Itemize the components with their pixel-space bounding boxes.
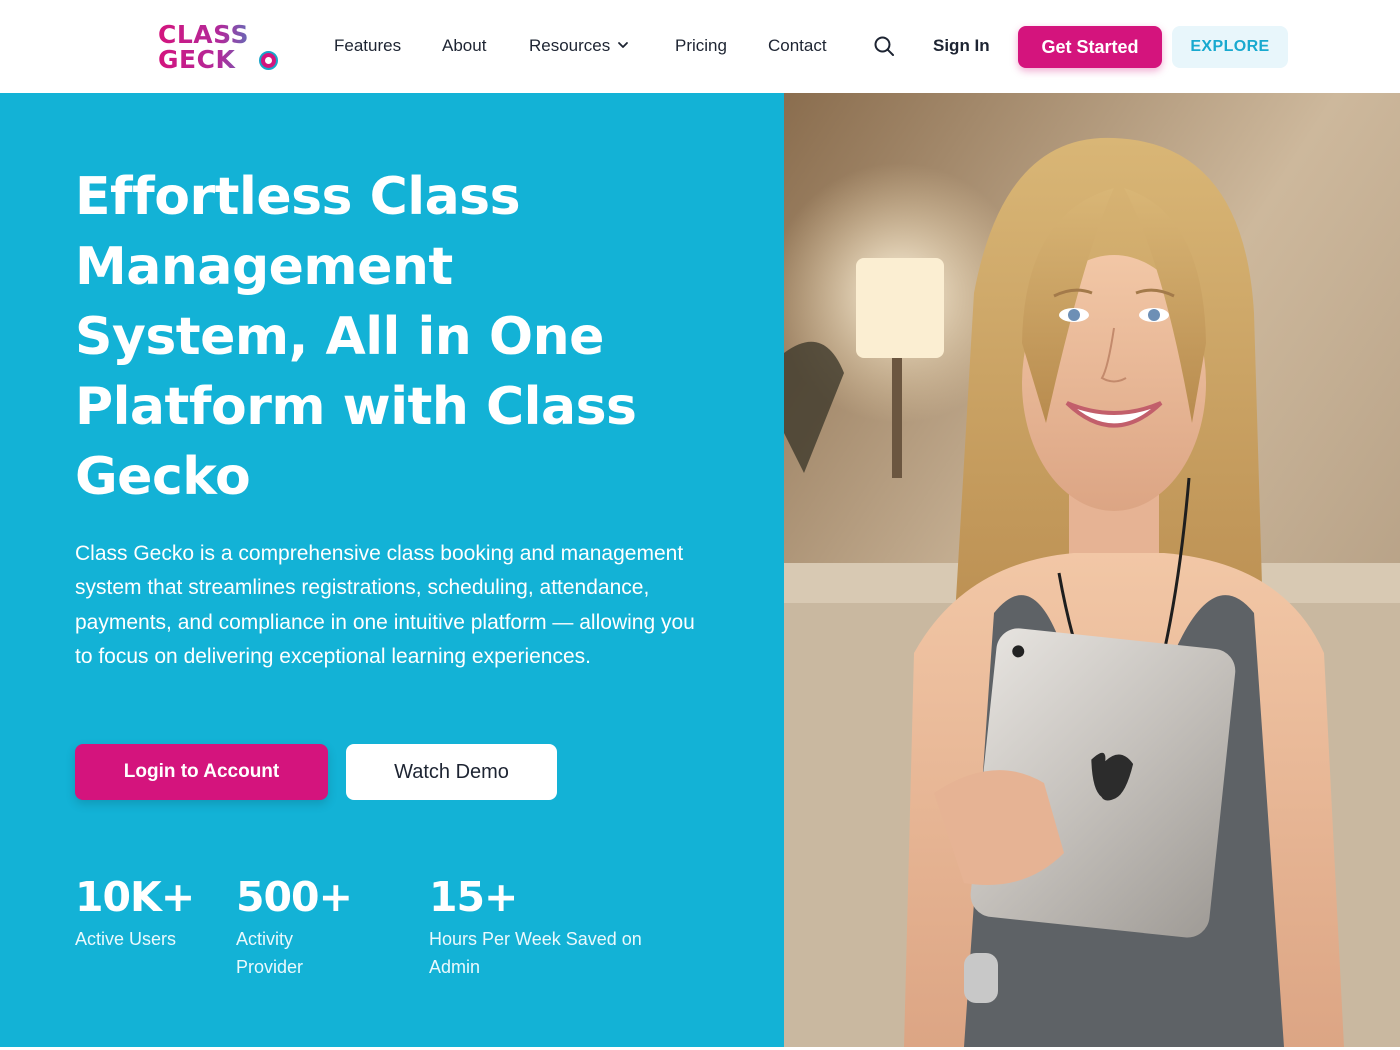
nav-contact[interactable]: Contact (768, 36, 827, 56)
stat-hours-saved: 15+ Hours Per Week Saved on Admin (429, 872, 679, 981)
nav-features[interactable]: Features (334, 36, 401, 56)
stat-label: Activity Provider (236, 929, 304, 977)
search-button[interactable] (873, 35, 895, 57)
nav-resources-label: Resources (529, 36, 611, 55)
watch-demo-button[interactable]: Watch Demo (346, 744, 557, 800)
stat-value: 500+ (236, 873, 353, 921)
stat-label: Active Users (75, 929, 177, 949)
hero-photo (784, 93, 1400, 1047)
stat-active-users: 10K+ Active Users (75, 872, 195, 953)
get-started-button[interactable]: Get Started (1018, 26, 1162, 68)
stat-value: 15+ (429, 873, 518, 921)
stat-activity-provider: 500+ Activity Provider (236, 872, 356, 981)
stat-value: 10K+ (75, 873, 195, 921)
nav-resources[interactable]: Resources (529, 36, 630, 56)
class-gecko-logo[interactable]: CLASS GECK (158, 22, 282, 72)
stat-label: Hours Per Week Saved on Admin (429, 929, 642, 977)
instructor-illustration (784, 93, 1400, 1047)
paw-badge-icon (259, 51, 278, 70)
chevron-down-icon (618, 42, 629, 48)
explore-button[interactable]: EXPLORE (1172, 26, 1288, 68)
hero-title: Effortless Class Management System, All … (75, 167, 637, 507)
hero-description: Class Gecko is a comprehensive class boo… (75, 542, 695, 668)
logo-text-line1: CLASS (158, 22, 282, 47)
nav-about[interactable]: About (442, 36, 486, 56)
sign-in-link[interactable]: Sign In (933, 36, 990, 56)
site-header: CLASS GECK Features About Resources Pric… (0, 0, 1400, 93)
nav-pricing[interactable]: Pricing (675, 36, 727, 56)
login-button[interactable]: Login to Account (75, 744, 328, 800)
search-icon (874, 36, 894, 56)
